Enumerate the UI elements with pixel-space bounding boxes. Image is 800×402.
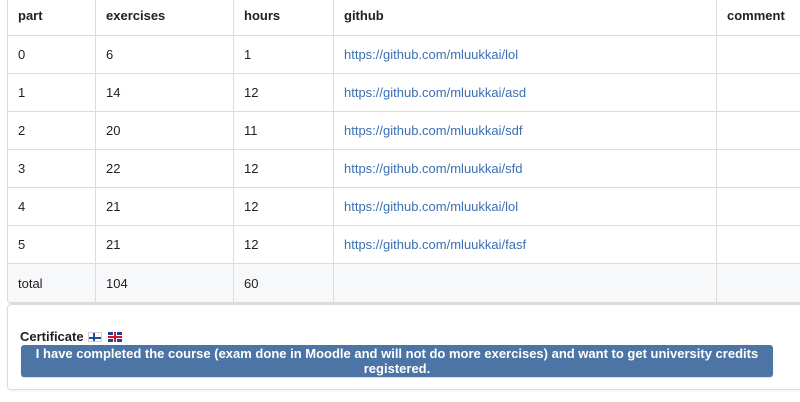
column-header-github: github (333, 0, 717, 36)
table-header-row: part exercises hours github comment (8, 0, 800, 36)
github-cell: https://github.com/mluukkai/sfd (333, 149, 717, 188)
column-header-hours: hours (233, 0, 334, 36)
github-cell: https://github.com/mluukkai/lol (333, 187, 717, 226)
part-cell: 4 (8, 187, 96, 226)
certificate-label: Certificate (20, 329, 84, 344)
comment-cell (716, 225, 800, 264)
hours-cell: 12 (233, 73, 334, 112)
github-link[interactable]: https://github.com/mluukkai/sdf (344, 123, 522, 138)
exercises-cell: 22 (95, 149, 234, 188)
table-row: 0 6 1 https://github.com/mluukkai/lol (8, 35, 800, 74)
part-cell: 0 (8, 35, 96, 74)
github-link[interactable]: https://github.com/mluukkai/sfd (344, 161, 522, 176)
table-row: 3 22 12 https://github.com/mluukkai/sfd (8, 149, 800, 188)
github-cell: https://github.com/mluukkai/sdf (333, 111, 717, 150)
hours-cell: 1 (233, 35, 334, 74)
hours-cell: 11 (233, 111, 334, 150)
github-link[interactable]: https://github.com/mluukkai/asd (344, 85, 526, 100)
column-header-comment: comment (716, 0, 800, 36)
hours-cell: 12 (233, 225, 334, 264)
table-row: 1 14 12 https://github.com/mluukkai/asd (8, 73, 800, 112)
comment-cell (716, 35, 800, 74)
total-exercises: 104 (95, 263, 234, 303)
exercises-cell: 21 (95, 187, 234, 226)
total-row: total 104 60 (8, 263, 800, 303)
register-credits-button[interactable]: I have completed the course (exam done i… (21, 345, 773, 377)
part-cell: 5 (8, 225, 96, 264)
finland-flag-icon[interactable] (87, 331, 102, 342)
github-cell: https://github.com/mluukkai/fasf (333, 225, 717, 264)
github-link[interactable]: https://github.com/mluukkai/lol (344, 47, 518, 62)
exercises-cell: 20 (95, 111, 234, 150)
certificate-heading: Certificate (20, 329, 122, 344)
table-row: 4 21 12 https://github.com/mluukkai/lol (8, 187, 800, 226)
total-comment-cell (716, 263, 800, 303)
part-cell: 3 (8, 149, 96, 188)
exercises-cell: 14 (95, 73, 234, 112)
hours-cell: 12 (233, 149, 334, 188)
part-cell: 1 (8, 73, 96, 112)
total-label: total (8, 263, 96, 303)
exercises-cell: 21 (95, 225, 234, 264)
part-cell: 2 (8, 111, 96, 150)
hours-cell: 12 (233, 187, 334, 226)
github-link[interactable]: https://github.com/mluukkai/lol (344, 199, 518, 214)
exercises-cell: 6 (95, 35, 234, 74)
submissions-table: part exercises hours github comment 0 6 … (8, 0, 800, 303)
total-hours: 60 (233, 263, 334, 303)
github-link[interactable]: https://github.com/mluukkai/fasf (344, 237, 526, 252)
comment-cell (716, 149, 800, 188)
total-github-cell (333, 263, 717, 303)
github-cell: https://github.com/mluukkai/asd (333, 73, 717, 112)
certificate-card: Certificate I have completed the course … (7, 304, 800, 390)
uk-flag-icon[interactable] (107, 331, 122, 342)
column-header-exercises: exercises (95, 0, 234, 36)
table-row: 2 20 11 https://github.com/mluukkai/sdf (8, 111, 800, 150)
comment-cell (716, 111, 800, 150)
column-header-part: part (8, 0, 96, 36)
github-cell: https://github.com/mluukkai/lol (333, 35, 717, 74)
table-row: 5 21 12 https://github.com/mluukkai/fasf (8, 225, 800, 264)
submissions-table-container: part exercises hours github comment 0 6 … (7, 0, 800, 304)
comment-cell (716, 187, 800, 226)
comment-cell (716, 73, 800, 112)
